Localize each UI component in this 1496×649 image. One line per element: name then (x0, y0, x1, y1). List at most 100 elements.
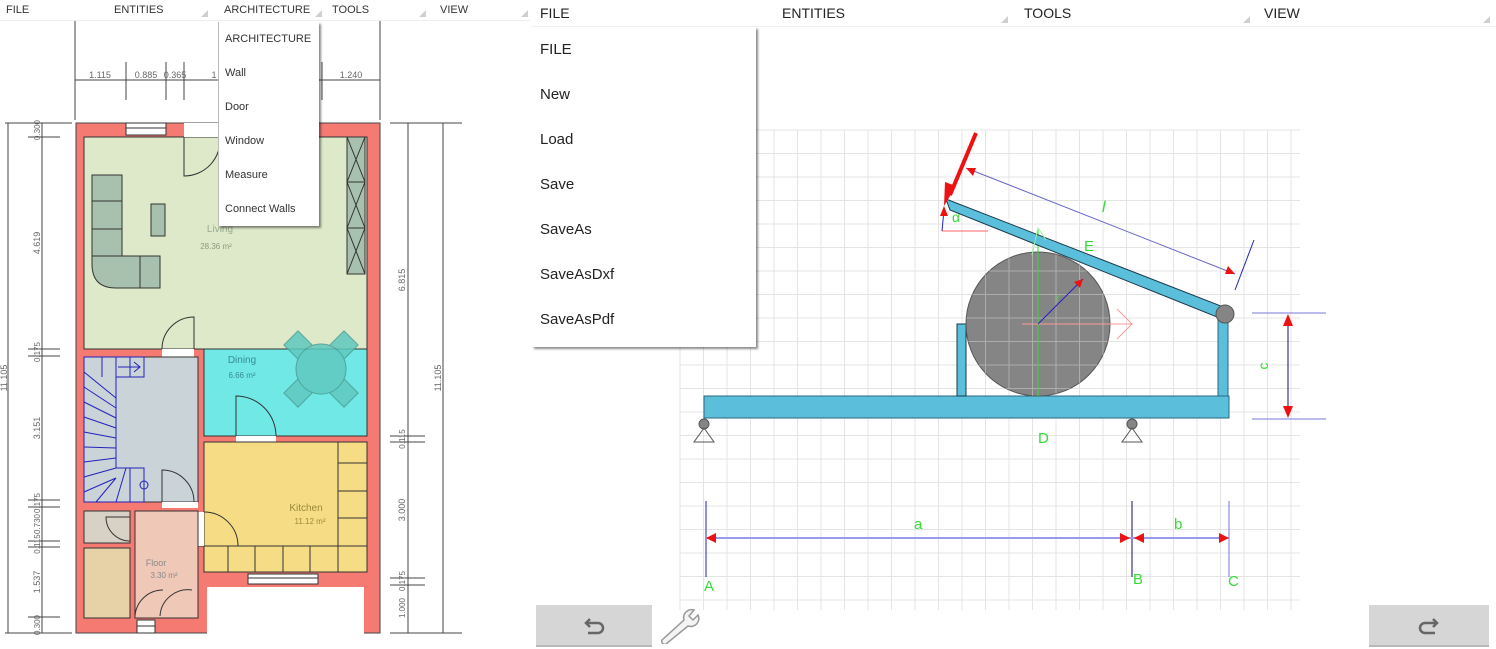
menu-item-measure[interactable]: Measure (219, 158, 319, 192)
redo-button[interactable] (1369, 605, 1489, 647)
menu-view[interactable]: VIEW (1256, 0, 1496, 26)
dim-left-seg-1: 0.300 (33, 119, 42, 140)
dim-right-seg-2: 0.115 (398, 429, 407, 449)
room-floor-name: Floor (146, 558, 167, 568)
dropdown-corner-icon (1001, 16, 1008, 23)
dim-top-seg-5: 1.240 (340, 70, 363, 80)
window-top[interactable] (125, 122, 167, 136)
length-arrow-start-icon (966, 168, 976, 176)
menu-entities[interactable]: ENTITIES (774, 0, 1014, 26)
room-dining-name: Dining (228, 355, 256, 366)
label-point-c: C (1228, 573, 1239, 590)
menu-item-save-as-dxf[interactable]: SaveAsDxf (532, 252, 756, 297)
left-post[interactable] (956, 323, 967, 397)
menu-tools[interactable]: TOOLS (1016, 0, 1256, 26)
dim-left-seg-9: 0.300 (33, 614, 42, 635)
dropdown-corner-icon (521, 10, 528, 17)
room-closet[interactable] (83, 510, 131, 544)
dropdown-corner-icon (419, 10, 426, 17)
file-dropdown-menu: FILE New Load Save SaveAs SaveAsDxf Save… (532, 27, 756, 347)
label-point-a: A (704, 578, 714, 595)
dim-left-seg-8: 1.537 (32, 571, 42, 594)
menu-architecture-label: ARCHITECTURE (224, 4, 311, 16)
architecture-dropdown-menu: ARCHITECTURE Wall Door Window Measure Co… (218, 22, 319, 226)
dim-right-seg-1: 6.815 (397, 269, 407, 292)
length-dimension-line (965, 167, 1236, 275)
room-dining-area: 6.66 m² (228, 371, 255, 380)
span-a-arrow-right-icon (1120, 533, 1130, 543)
menu-entities[interactable]: ENTITIES (108, 0, 214, 20)
menu-architecture[interactable]: ARCHITECTURE (218, 0, 328, 20)
dim-left-seg-7: 0.115 (33, 534, 42, 554)
menu-item-connect-walls[interactable]: Connect Walls (219, 192, 319, 226)
menu-tools[interactable]: TOOLS (326, 0, 432, 20)
menu-file[interactable]: FILE (532, 0, 768, 26)
right-dimensions (390, 122, 462, 634)
mechanics-app: r α l E D c a b A B C FILE ENTITIES TOOL… (532, 0, 1496, 649)
menu-item-window[interactable]: Window (219, 124, 319, 158)
room-storage[interactable] (83, 547, 131, 619)
span-a-arrow-left-icon (706, 533, 716, 543)
courtyard-notch (207, 587, 364, 637)
menu-item-new[interactable]: New (532, 72, 756, 117)
room-stairs[interactable] (83, 356, 199, 503)
menu-item-wall[interactable]: Wall (219, 56, 319, 90)
room-living-area: 28.36 m² (200, 242, 232, 251)
window-kitchen[interactable] (247, 573, 319, 585)
undo-icon (584, 618, 605, 635)
label-angle: α (952, 209, 960, 225)
dim-top-seg-2: 0.885 (135, 70, 158, 80)
room-floor-area: 3.30 m² (150, 571, 177, 580)
door-stairs-opening (162, 502, 198, 508)
label-height: c (1255, 363, 1271, 370)
label-radius: r (1056, 291, 1060, 305)
dim-left-seg-6: 0.730 (33, 513, 42, 534)
dim-left-total: 11.105 (0, 365, 9, 392)
dropdown-corner-icon (1243, 16, 1250, 23)
redo-icon (1418, 618, 1439, 635)
menu-item-save-as[interactable]: SaveAs (532, 207, 756, 252)
menu-view[interactable]: VIEW (434, 0, 530, 20)
dim-right-seg-3: 3.000 (397, 499, 407, 522)
span-b-arrow-left-icon (1134, 533, 1144, 543)
menu-entities-label: ENTITIES (782, 5, 846, 21)
menu-file-label: FILE (6, 4, 30, 16)
menu-file[interactable]: FILE (0, 0, 70, 20)
menu-item-save[interactable]: Save (532, 162, 756, 207)
pin-support-right[interactable] (1121, 418, 1143, 443)
architecture-menu-header[interactable]: ARCHITECTURE (219, 22, 319, 56)
room-kitchen-area: 11.12 m² (295, 517, 326, 526)
undo-button[interactable] (536, 605, 652, 647)
menu-tools-label: TOOLS (1024, 5, 1072, 21)
label-span-b: b (1174, 516, 1182, 533)
dim-left-seg-5: 0.175 (33, 492, 42, 513)
menu-item-door[interactable]: Door (219, 90, 319, 124)
left-menubar: FILE ENTITIES ARCHITECTURE TOOLS VIEW (0, 0, 530, 21)
label-point-b: B (1133, 571, 1143, 588)
menu-view-label: VIEW (1264, 5, 1300, 21)
right-menubar: FILE ENTITIES TOOLS VIEW (532, 0, 1496, 27)
hinge-joint[interactable] (1215, 304, 1235, 324)
menu-view-label: VIEW (440, 4, 469, 16)
label-span-a: a (914, 516, 923, 533)
left-dimensions (5, 122, 72, 634)
dim-top-seg-3: 0.365 (164, 70, 187, 80)
right-post[interactable] (1217, 315, 1229, 397)
door-dining-opening (236, 436, 276, 442)
angle-arrow-icon (940, 206, 948, 216)
room-floor[interactable] (134, 510, 199, 619)
dim-left-seg-3: 0.175 (33, 341, 42, 362)
menu-item-save-as-pdf[interactable]: SaveAsPdf (532, 297, 756, 342)
label-length: l (1102, 199, 1106, 216)
wrench-icon[interactable] (656, 606, 702, 644)
dim-top-seg-4: 1 (211, 70, 216, 80)
coffee-table[interactable] (150, 203, 166, 237)
file-menu-header[interactable]: FILE (532, 27, 756, 72)
label-base: D (1038, 430, 1049, 447)
menu-entities-label: ENTITIES (114, 4, 164, 16)
base-beam[interactable] (703, 395, 1230, 419)
dropdown-corner-icon (201, 10, 208, 17)
door-living-bottom-opening (162, 349, 194, 357)
shelf-unit[interactable] (346, 136, 366, 275)
menu-item-load[interactable]: Load (532, 117, 756, 162)
